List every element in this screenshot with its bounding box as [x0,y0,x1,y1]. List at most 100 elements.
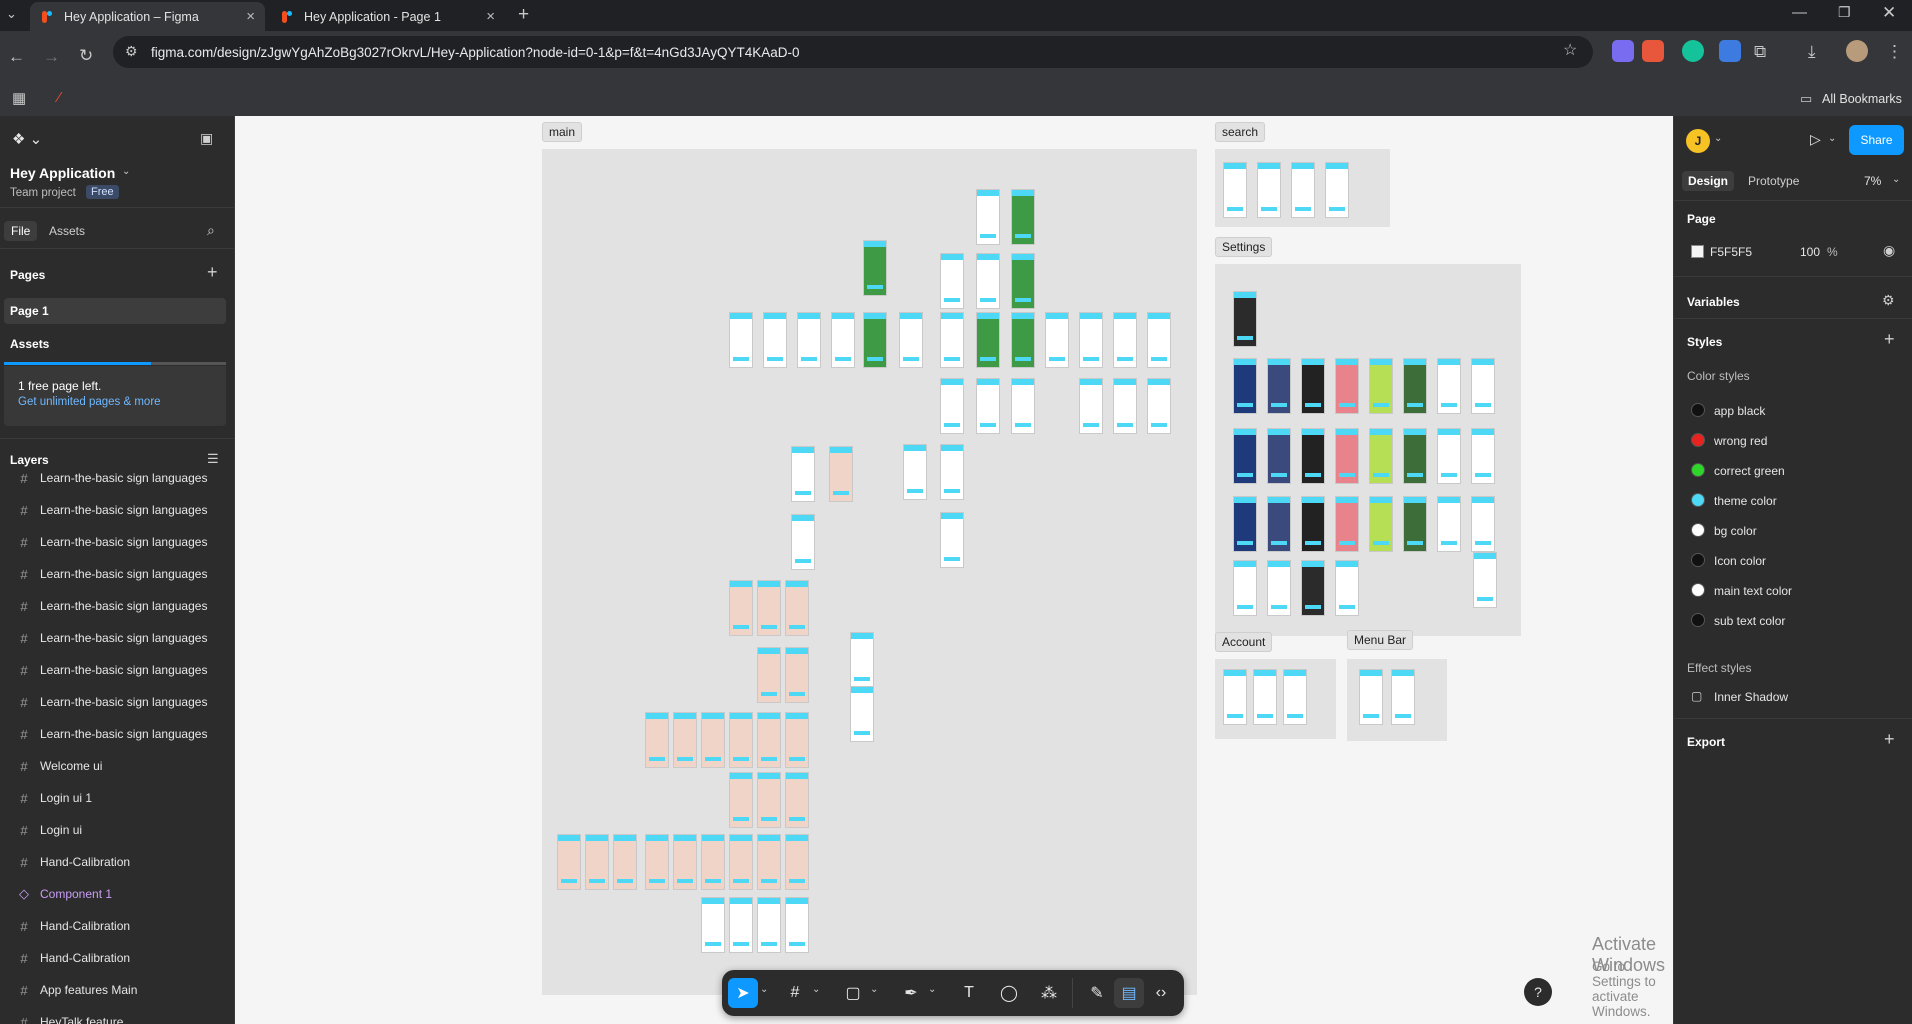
frame-thumbnail[interactable] [1223,669,1247,725]
frame-thumbnail[interactable] [729,712,753,768]
bookmark-favicon-icon[interactable]: ⁄ [58,90,61,105]
color-style-name[interactable]: app black [1714,404,1765,418]
add-page-icon[interactable]: + [207,262,218,283]
layer-item[interactable]: # Learn-the-basic sign languages [0,622,234,654]
frame-thumbnail[interactable] [1113,378,1137,434]
frame-thumbnail[interactable] [1335,560,1359,616]
add-export-icon[interactable]: + [1884,729,1895,750]
layer-item[interactable]: # Learn-the-basic sign languages [0,470,234,494]
section-label[interactable]: Menu Bar [1347,630,1414,650]
color-style-name[interactable]: theme color [1714,494,1777,508]
extension-icon[interactable] [1642,40,1664,62]
restore-icon[interactable]: ❐ [1838,5,1851,19]
frame-thumbnail[interactable] [1291,162,1315,218]
layer-item[interactable]: # Learn-the-basic sign languages [0,558,234,590]
page-opacity-value[interactable]: 100 [1800,245,1820,259]
address-bar[interactable]: ⚙ figma.com/design/zJgwYgAhZoBg3027rOkrv… [113,36,1593,68]
frame-thumbnail[interactable] [899,312,923,368]
frame-thumbnail[interactable] [757,712,781,768]
frame-thumbnail[interactable] [831,312,855,368]
frame-thumbnail[interactable] [903,444,927,500]
layer-item[interactable]: ◇ Component 1 [0,878,234,910]
frame-thumbnail[interactable] [1369,496,1393,552]
layer-item[interactable]: # Login ui [0,814,234,846]
frame-thumbnail[interactable] [757,897,781,953]
menu-kebab-icon[interactable]: ⋮ [1886,43,1903,60]
present-play-icon[interactable]: ▷ [1810,131,1821,148]
layer-list-icon[interactable]: ☰ [207,451,219,467]
color-style-name[interactable]: bg color [1714,524,1757,538]
frame-thumbnail[interactable] [729,834,753,890]
bookmark-star-icon[interactable]: ☆ [1563,43,1577,59]
layer-item[interactable]: # Learn-the-basic sign languages [0,526,234,558]
frame-thumbnail[interactable] [701,834,725,890]
frame-thumbnail[interactable] [1391,669,1415,725]
frame-thumbnail[interactable] [1011,378,1035,434]
frame-thumbnail[interactable] [1233,428,1257,484]
frame-thumbnail[interactable] [785,580,809,636]
frame-thumbnail[interactable] [976,189,1000,245]
actions-tool-icon[interactable]: ⁂ [1034,978,1064,1008]
upgrade-link[interactable]: Get unlimited pages & more [18,396,161,408]
frame-thumbnail[interactable] [785,834,809,890]
chevron-down-icon[interactable]: ⌄ [760,984,768,995]
frame-thumbnail[interactable] [763,312,787,368]
help-button[interactable]: ? [1524,978,1552,1006]
color-style-name[interactable]: wrong red [1714,434,1767,448]
frame-thumbnail[interactable] [1233,560,1257,616]
layer-item[interactable]: # Learn-the-basic sign languages [0,654,234,686]
frame-thumbnail[interactable] [850,632,874,688]
color-style-name[interactable]: correct green [1714,464,1785,478]
frame-thumbnail[interactable] [1283,669,1307,725]
tab-figma[interactable]: Hey Application – Figma × [30,2,265,31]
frame-thumbnail[interactable] [1301,358,1325,414]
tab-assets[interactable]: Assets [49,224,85,238]
layer-item[interactable]: # Learn-the-basic sign languages [0,718,234,750]
layer-item[interactable]: # Learn-the-basic sign languages [0,686,234,718]
frame-thumbnail[interactable] [1113,312,1137,368]
frame-thumbnail[interactable] [1403,358,1427,414]
close-window-icon[interactable]: ✕ [1882,4,1896,21]
frame-thumbnail[interactable] [850,686,874,742]
reload-icon[interactable]: ↻ [79,47,93,64]
frame-thumbnail[interactable] [1267,358,1291,414]
chevron-down-icon[interactable]: ⌄ [122,166,130,177]
frame-thumbnail[interactable] [791,446,815,502]
frame-thumbnail[interactable] [701,897,725,953]
section-label[interactable]: Account [1215,632,1273,652]
tab-design[interactable]: Design [1682,171,1735,191]
chevron-down-icon[interactable]: ⌄ [1828,133,1836,144]
frame-thumbnail[interactable] [1257,162,1281,218]
site-info-icon[interactable]: ⚙ [125,44,138,58]
frame-thumbnail[interactable] [785,647,809,703]
layer-item[interactable]: # HeyTalk feature [0,1006,234,1024]
frame-thumbnail[interactable] [1301,496,1325,552]
frame-thumbnail[interactable] [645,834,669,890]
section-label[interactable]: search [1215,122,1266,142]
add-style-icon[interactable]: + [1884,329,1895,350]
frame-thumbnail[interactable] [1471,358,1495,414]
frame-thumbnail[interactable] [757,580,781,636]
frame-thumbnail[interactable] [1335,428,1359,484]
layer-item[interactable]: # Hand-Calibration [0,846,234,878]
page-color-swatch[interactable] [1691,245,1704,258]
color-swatch[interactable] [1691,613,1705,627]
section-label[interactable]: main [542,122,583,142]
frame-thumbnail[interactable] [1267,496,1291,552]
folder-icon[interactable]: ▭ [1800,92,1812,105]
frame-thumbnail[interactable] [1403,428,1427,484]
frame-thumbnail[interactable] [1437,496,1461,552]
section-label[interactable]: Settings [1215,237,1273,257]
frame-thumbnail[interactable] [673,712,697,768]
chevron-down-icon[interactable]: ⌄ [1892,174,1900,185]
frame-thumbnail[interactable] [557,834,581,890]
frame-thumbnail[interactable] [1011,312,1035,368]
layer-item[interactable]: # Hand-Calibration [0,942,234,974]
frame-thumbnail[interactable] [729,580,753,636]
frame-thumbnail[interactable] [1369,358,1393,414]
close-tab-icon[interactable]: × [486,8,495,25]
frame-thumbnail[interactable] [1011,189,1035,245]
frame-thumbnail[interactable] [1437,358,1461,414]
frame-thumbnail[interactable] [829,446,853,502]
color-swatch[interactable] [1691,523,1705,537]
